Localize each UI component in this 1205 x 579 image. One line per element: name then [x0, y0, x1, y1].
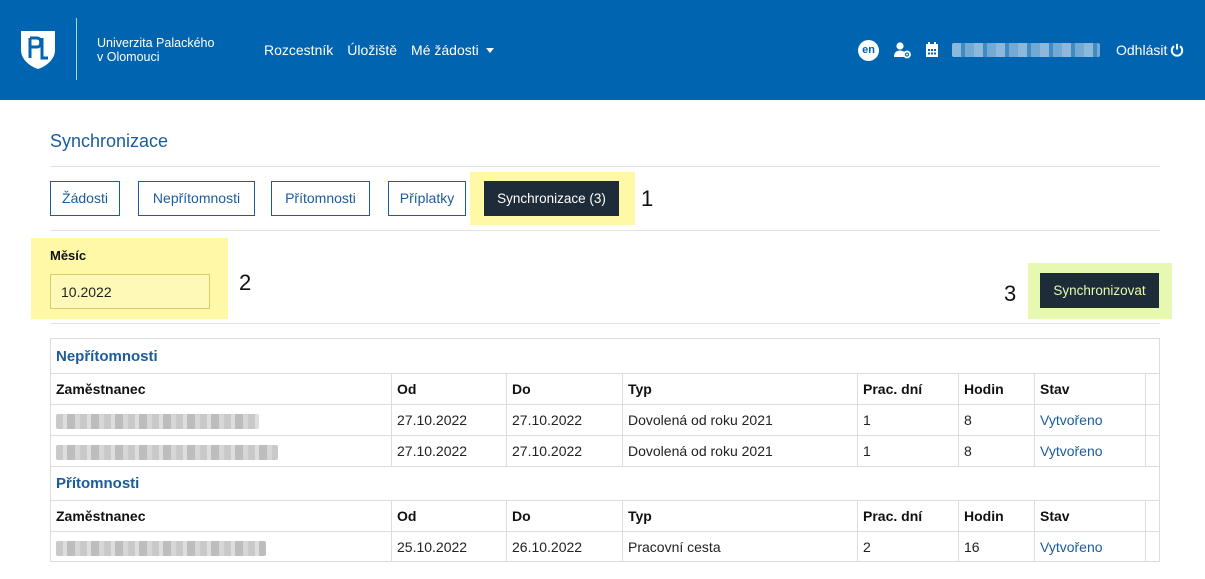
user-name-redacted[interactable] [952, 43, 1100, 57]
section-title-attendances: Přítomnosti [56, 475, 140, 492]
logout-label: Odhlásit [1116, 42, 1168, 58]
col-stav: Stav [1034, 501, 1145, 531]
annotation-1: 1 [641, 186, 654, 211]
annotation-3: 3 [1004, 281, 1017, 306]
power-icon [1171, 43, 1184, 57]
divider [50, 166, 1160, 167]
page-title: Synchronizace [50, 131, 169, 151]
tab-priplatky[interactable]: Příplatky [388, 181, 466, 216]
cell-prac-dni: 1 [857, 436, 958, 466]
divider [50, 230, 1160, 231]
col-do: Do [506, 374, 622, 404]
col-empty [1145, 374, 1159, 404]
col-empty [1145, 501, 1159, 531]
university-name-line2: v Olomouci [97, 50, 160, 64]
col-od: Od [391, 501, 506, 531]
cell-empty [1145, 405, 1159, 435]
col-prac-dni: Prac. dní [857, 374, 958, 404]
cell-do: 26.10.2022 [506, 532, 622, 562]
table-row: 27.10.2022 27.10.2022 Dovolená od roku 2… [51, 404, 1159, 435]
status-link[interactable]: Vytvořeno [1034, 436, 1145, 466]
divider [50, 323, 1160, 324]
synchronize-button[interactable]: Synchronizovat [1040, 273, 1159, 308]
employee-cell [51, 436, 391, 466]
cell-do: 27.10.2022 [506, 405, 622, 435]
col-zamestnanec: Zaměstnanec [56, 381, 146, 397]
table-header-row: Zaměstnanec Od Do Typ Prac. dní Hodin St… [51, 373, 1159, 404]
employee-name-redacted [56, 540, 266, 556]
logout-button[interactable]: Odhlásit [1116, 42, 1184, 58]
cell-empty [1145, 436, 1159, 466]
cell-od: 27.10.2022 [391, 405, 506, 435]
main-nav: Rozcestník Úložiště Mé žádosti [264, 42, 494, 58]
col-prac-dni: Prac. dní [857, 501, 958, 531]
annotation-2: 2 [239, 270, 252, 295]
col-od: Od [391, 374, 506, 404]
cell-typ: Dovolená od roku 2021 [622, 436, 857, 466]
tab-nepritomnosti[interactable]: Nepřítomnosti [138, 181, 255, 216]
calendar-icon[interactable] [925, 41, 939, 59]
employee-cell [51, 405, 391, 435]
status-link[interactable]: Vytvořeno [1034, 405, 1145, 435]
cell-prac-dni: 1 [857, 405, 958, 435]
chevron-down-icon [485, 48, 494, 53]
section-divider [51, 466, 1159, 467]
table-header-row: Zaměstnanec Od Do Typ Prac. dní Hodin St… [51, 500, 1159, 531]
language-switch[interactable]: en [858, 40, 879, 61]
month-label: Měsíc [50, 248, 87, 263]
cell-od: 27.10.2022 [391, 436, 506, 466]
cell-hodin: 8 [958, 405, 1034, 435]
col-stav: Stav [1034, 374, 1145, 404]
col-hodin: Hodin [958, 374, 1034, 404]
university-name[interactable]: Univerzita Palackého v Olomouci [97, 36, 237, 64]
sync-table: Nepřítomnosti Zaměstnanec Od Do Typ Prac… [50, 338, 1160, 562]
nav-me-zadosti-label: Mé žádosti [411, 42, 479, 58]
cell-prac-dni: 2 [857, 532, 958, 562]
nav-me-zadosti[interactable]: Mé žádosti [411, 42, 494, 58]
table-row: 27.10.2022 27.10.2022 Dovolená od roku 2… [51, 435, 1159, 466]
col-do: Do [506, 501, 622, 531]
employee-name-redacted [56, 413, 259, 429]
nav-uloziste[interactable]: Úložiště [347, 42, 397, 58]
cell-hodin: 8 [958, 436, 1034, 466]
top-navigation-bar: Univerzita Palackého v Olomouci Rozcestn… [0, 0, 1205, 100]
employee-name-redacted [56, 444, 278, 460]
logo-divider [76, 18, 77, 80]
employee-cell [51, 532, 391, 562]
nav-rozcestnik[interactable]: Rozcestník [264, 42, 333, 58]
tab-zadosti[interactable]: Žádosti [50, 181, 120, 216]
tab-pritomnosti[interactable]: Přítomnosti [271, 181, 370, 216]
cell-od: 25.10.2022 [391, 532, 506, 562]
university-name-line1: Univerzita Palackého [97, 36, 215, 50]
tab-synchronizace[interactable]: Synchronizace (3) [484, 181, 619, 216]
col-typ: Typ [622, 501, 857, 531]
col-hodin: Hodin [958, 501, 1034, 531]
user-settings-icon[interactable] [893, 41, 911, 59]
section-title-absences: Nepřítomnosti [56, 348, 158, 365]
cell-typ: Dovolená od roku 2021 [622, 405, 857, 435]
cell-hodin: 16 [958, 532, 1034, 562]
university-logo[interactable] [18, 28, 58, 70]
cell-do: 27.10.2022 [506, 436, 622, 466]
cell-empty [1145, 532, 1159, 562]
cell-typ: Pracovní cesta [622, 532, 857, 562]
table-row: 25.10.2022 26.10.2022 Pracovní cesta 2 1… [51, 531, 1159, 562]
status-link[interactable]: Vytvořeno [1034, 532, 1145, 562]
month-input[interactable] [50, 274, 210, 309]
col-typ: Typ [622, 374, 857, 404]
col-zamestnanec: Zaměstnanec [56, 508, 146, 524]
